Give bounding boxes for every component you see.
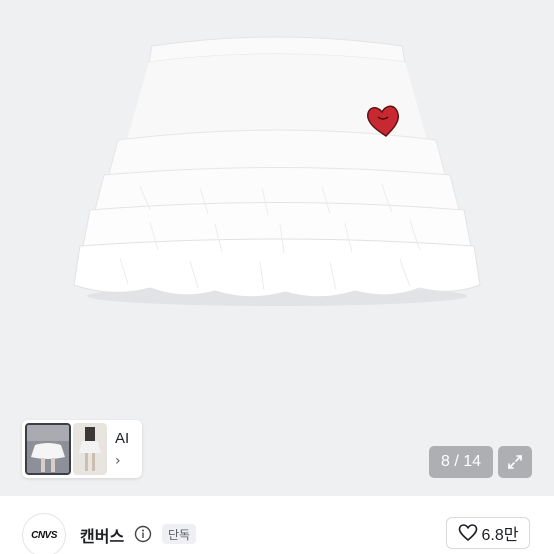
- expand-arrows-icon: [508, 455, 522, 469]
- like-button[interactable]: 6.8만: [446, 517, 530, 549]
- expand-button[interactable]: [498, 446, 532, 478]
- thumbnail-2[interactable]: [73, 423, 107, 475]
- exclusive-badge: 단독: [162, 524, 197, 544]
- like-count: 6.8만: [481, 527, 519, 544]
- ai-thumbnail-card[interactable]: AI ›: [22, 420, 142, 478]
- shop-name[interactable]: 캔버스: [80, 523, 124, 547]
- chevron-right-icon: ›: [115, 452, 121, 469]
- image-counter: 8 / 14: [429, 446, 493, 478]
- thumbnail-selected[interactable]: [25, 423, 71, 475]
- ai-label: AI: [115, 429, 130, 447]
- shop-bar: CNVS 캔버스 단독 6.8만: [0, 496, 554, 554]
- heart-outline-icon: [458, 524, 477, 542]
- product-image-area[interactable]: AI › 8 / 14: [0, 0, 554, 496]
- shop-logo-text: CNVS: [31, 529, 57, 541]
- shop-logo[interactable]: CNVS: [22, 513, 66, 554]
- info-icon[interactable]: [134, 525, 152, 543]
